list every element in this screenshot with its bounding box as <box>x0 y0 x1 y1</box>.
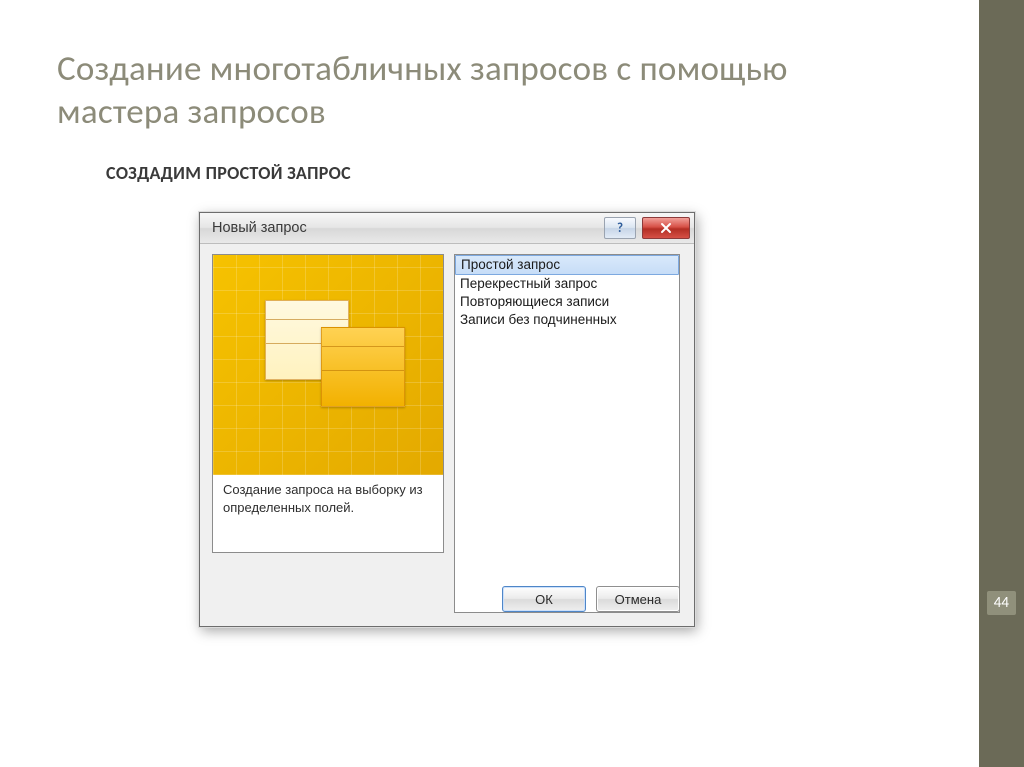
slide-title: Создание многотабличных запросов с помощ… <box>57 48 877 133</box>
close-icon <box>660 222 672 234</box>
dialog-title: Новый запрос <box>212 220 307 236</box>
list-item[interactable]: Записи без подчиненных <box>455 311 679 329</box>
slide-subtitle: СОЗДАДИМ ПРОСТОЙ ЗАПРОС <box>106 162 351 184</box>
dialog-titlebar: Новый запрос ? <box>200 213 694 244</box>
help-icon: ? <box>617 221 623 236</box>
dialog-button-row: ОК Отмена <box>502 586 680 612</box>
cancel-button[interactable]: Отмена <box>596 586 680 612</box>
list-item[interactable]: Повторяющиеся записи <box>455 293 679 311</box>
list-item[interactable]: Простой запрос <box>455 255 679 275</box>
slide-side-stripe <box>979 0 1024 767</box>
help-button[interactable]: ? <box>604 217 636 239</box>
presentation-slide: Создание многотабличных запросов с помощ… <box>0 0 1024 767</box>
query-type-list[interactable]: Простой запрос Перекрестный запрос Повто… <box>454 254 680 613</box>
query-preview-caption: Создание запроса на выборку из определен… <box>223 481 433 516</box>
new-query-dialog: Новый запрос ? Создание зап <box>199 212 695 627</box>
dialog-body: Создание запроса на выборку из определен… <box>200 244 694 626</box>
slide-page-number: 44 <box>987 591 1016 615</box>
titlebar-buttons: ? <box>604 217 690 239</box>
close-button[interactable] <box>642 217 690 239</box>
ok-button[interactable]: ОК <box>502 586 586 612</box>
query-preview-panel: Создание запроса на выборку из определен… <box>212 254 444 553</box>
query-preview-art <box>213 255 443 475</box>
list-item[interactable]: Перекрестный запрос <box>455 275 679 293</box>
preview-table-icon <box>321 327 405 407</box>
